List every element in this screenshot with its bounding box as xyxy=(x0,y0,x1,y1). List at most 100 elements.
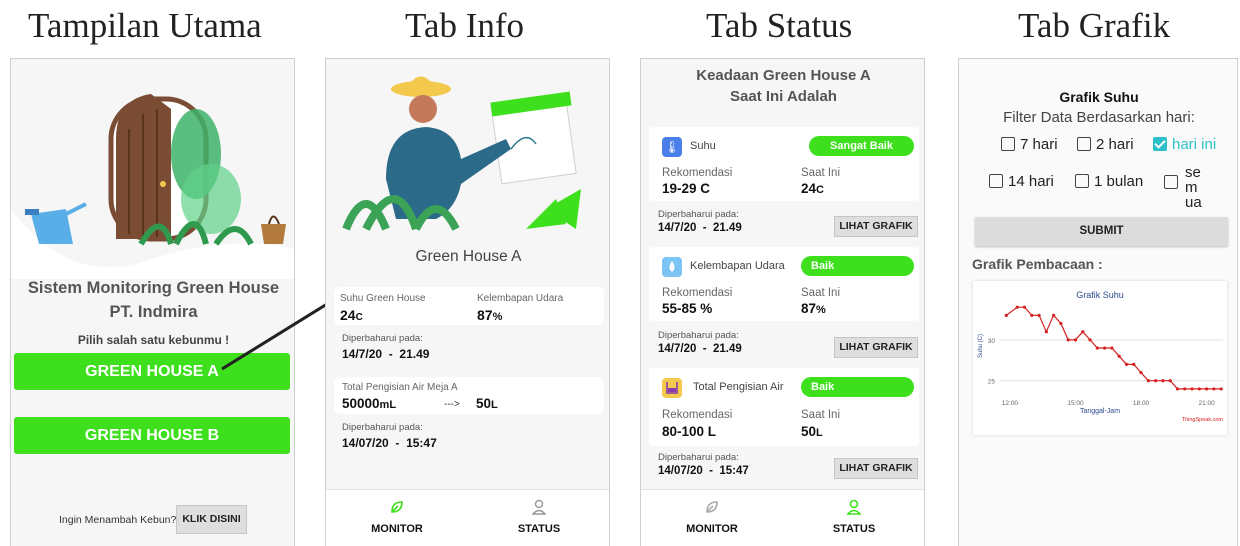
view-chart-button[interactable]: LIHAT GRAFIK xyxy=(834,337,918,358)
chart-title: Grafik Suhu xyxy=(1076,290,1124,300)
water-fill-ml: 50000mL xyxy=(342,396,397,411)
data-point xyxy=(1154,379,1158,383)
nav-monitor-label: MONITOR xyxy=(686,523,738,535)
status-card-temperature: 🌡 Suhu Sangat Baik Rekomendasi 19-29 C S… xyxy=(649,127,919,201)
data-point xyxy=(1190,387,1194,391)
humidity-label: Kelembapan Udara xyxy=(477,293,564,304)
current-value: 50L xyxy=(801,424,823,439)
data-point xyxy=(1139,370,1143,375)
info-climate-card: Suhu Green House 24C Kelembapan Udara 87… xyxy=(334,287,604,325)
data-point xyxy=(1110,346,1114,350)
checkbox-checked-icon xyxy=(1153,137,1167,151)
data-point xyxy=(1044,330,1048,334)
view-chart-button[interactable]: LIHAT GRAFIK xyxy=(834,458,918,479)
y-tick-label: 25 xyxy=(988,379,996,386)
recommendation-label: Rekomendasi xyxy=(662,167,733,179)
bottom-nav: MONITOR STATUS xyxy=(641,489,924,546)
info-water-card: Total Pengisian Air Meja A 50000mL ---> … xyxy=(334,377,604,414)
data-point xyxy=(1197,387,1201,391)
climate-updated-value: 14/7/20 - 21.49 xyxy=(342,347,430,361)
submit-button[interactable]: SUBMIT xyxy=(975,217,1228,246)
data-point xyxy=(1015,305,1019,309)
filter-option-2-hari[interactable]: 2 hari xyxy=(1077,136,1134,153)
data-point xyxy=(1004,313,1008,317)
y-axis-label: Suhu (C) xyxy=(978,334,984,358)
data-point xyxy=(1219,387,1223,391)
leaf-icon xyxy=(706,501,718,513)
tank-glyph xyxy=(666,382,678,394)
recommendation-label: Rekomendasi xyxy=(662,287,733,299)
filter-option-semua[interactable]: semua xyxy=(1164,165,1216,210)
filter-option-14-hari[interactable]: 14 hari xyxy=(989,173,1054,190)
x-axis-label: Tanggal-Jam xyxy=(1080,408,1120,415)
nav-monitor-label: MONITOR xyxy=(371,523,423,535)
nav-status[interactable]: STATUS xyxy=(468,490,609,546)
status-title-line2: Saat Ini Adalah xyxy=(730,88,837,105)
chart-panel: Grafik Suhu 25 30 12:00 15:00 18:00 21:00 Tangg… xyxy=(973,281,1227,435)
user-icon xyxy=(531,499,547,515)
checkbox-icon xyxy=(1077,137,1091,151)
grafik-screen: Grafik Suhu Filter Data Berdasarkan hari… xyxy=(958,58,1238,546)
current-value: 87% xyxy=(801,301,826,316)
current-label: Saat Ini xyxy=(801,167,840,179)
x-tick-label: 21:00 xyxy=(1198,400,1215,407)
view-chart-button[interactable]: LIHAT GRAFIK xyxy=(834,216,918,237)
nav-status-label: STATUS xyxy=(832,523,876,535)
filter-option-hari-ini[interactable]: hari ini xyxy=(1153,136,1216,153)
status-card-water: Total Pengisian Air Baik Rekomendasi 80-… xyxy=(649,368,919,446)
checkbox-icon xyxy=(1075,174,1089,188)
filter-option-7-hari[interactable]: 7 hari xyxy=(1001,136,1058,153)
data-point xyxy=(1205,387,1209,391)
status-badge: Baik xyxy=(801,256,914,276)
data-point xyxy=(1059,321,1063,326)
data-point xyxy=(1081,330,1085,334)
data-point xyxy=(1066,338,1070,342)
current-label: Saat Ini xyxy=(801,409,840,421)
water-updated-value: 14/07/20 - 15:47 xyxy=(342,436,437,450)
thermometer-icon: 🌡 xyxy=(662,137,682,157)
temperature-label: Suhu Green House xyxy=(340,293,426,304)
status-badge: Baik xyxy=(801,377,914,397)
checkbox-icon xyxy=(1001,137,1015,151)
conversion-arrow: ---> xyxy=(444,399,460,410)
temperature-chart: Grafik Suhu 25 30 12:00 15:00 18:00 21:00 Tangg… xyxy=(978,290,1224,423)
bottom-nav: MONITOR STATUS xyxy=(326,489,609,546)
data-point xyxy=(1175,387,1180,391)
farmer-illustration xyxy=(342,76,581,231)
status-card-humidity: Kelembapan Udara Baik Rekomendasi 55-85 … xyxy=(649,247,919,321)
current-value: 24C xyxy=(801,181,824,196)
updated-value: 14/7/20 - 21.49 xyxy=(658,343,742,355)
nav-monitor[interactable]: MONITOR xyxy=(641,490,783,546)
updated-label: Diperbaharui pada: xyxy=(658,330,739,341)
nav-monitor[interactable]: MONITOR xyxy=(326,490,468,546)
data-point xyxy=(1095,346,1099,350)
water-updated-label: Diperbaharui pada: xyxy=(342,422,423,433)
droplet-glyph xyxy=(669,261,675,272)
updated-label: Diperbaharui pada: xyxy=(658,452,739,463)
updated-label: Diperbaharui pada: xyxy=(658,209,739,220)
water-fill-liter: 50L xyxy=(476,396,498,411)
temperature-value: 24C xyxy=(340,307,363,323)
data-point xyxy=(1212,387,1216,391)
status-row-name: Total Pengisian Air xyxy=(693,381,784,393)
current-label: Saat Ini xyxy=(801,287,840,299)
data-point xyxy=(1103,346,1107,350)
x-tick-label: 15:00 xyxy=(1067,400,1084,407)
watermark: ThingSpeak.com xyxy=(1182,417,1224,423)
data-point xyxy=(1073,338,1078,342)
recommendation-value: 80-100 L xyxy=(662,424,717,439)
x-tick-label: 12:00 xyxy=(1002,400,1019,407)
data-point xyxy=(1052,313,1056,317)
water-tank-icon xyxy=(662,378,682,398)
user-icon xyxy=(846,499,862,515)
data-point xyxy=(1124,362,1129,366)
nav-status[interactable]: STATUS xyxy=(783,490,924,546)
filter-option-1-bulan[interactable]: 1 bulan xyxy=(1075,173,1143,190)
data-point xyxy=(1183,387,1187,391)
status-screen: Keadaan Green House A Saat Ini Adalah 🌡 … xyxy=(640,58,925,546)
checkbox-icon xyxy=(989,174,1003,188)
status-badge: Sangat Baik xyxy=(809,136,914,156)
data-point xyxy=(1030,313,1034,317)
data-point xyxy=(1037,313,1041,317)
info-screen: Green House A Suhu Green House 24C Kelem… xyxy=(325,58,610,546)
